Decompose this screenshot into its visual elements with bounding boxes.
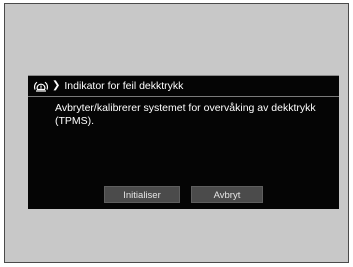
dialog-title-bar: ❯ Indikator for feil dekktrykk — [28, 75, 339, 97]
cancel-button[interactable]: Avbryt — [191, 186, 263, 203]
screen-frame: ❯ Indikator for feil dekktrykk Avbryter/… — [4, 3, 349, 263]
tpms-dialog: ❯ Indikator for feil dekktrykk Avbryter/… — [28, 75, 339, 209]
chevron-right-icon: ❯ — [52, 80, 61, 91]
initialize-button[interactable]: Initialiser — [104, 186, 180, 203]
tpms-warning-icon — [33, 79, 49, 93]
dialog-title: Indikator for feil dekktrykk — [64, 80, 184, 92]
dialog-message: Avbryter/kalibrerer systemet for overvåk… — [55, 102, 316, 127]
